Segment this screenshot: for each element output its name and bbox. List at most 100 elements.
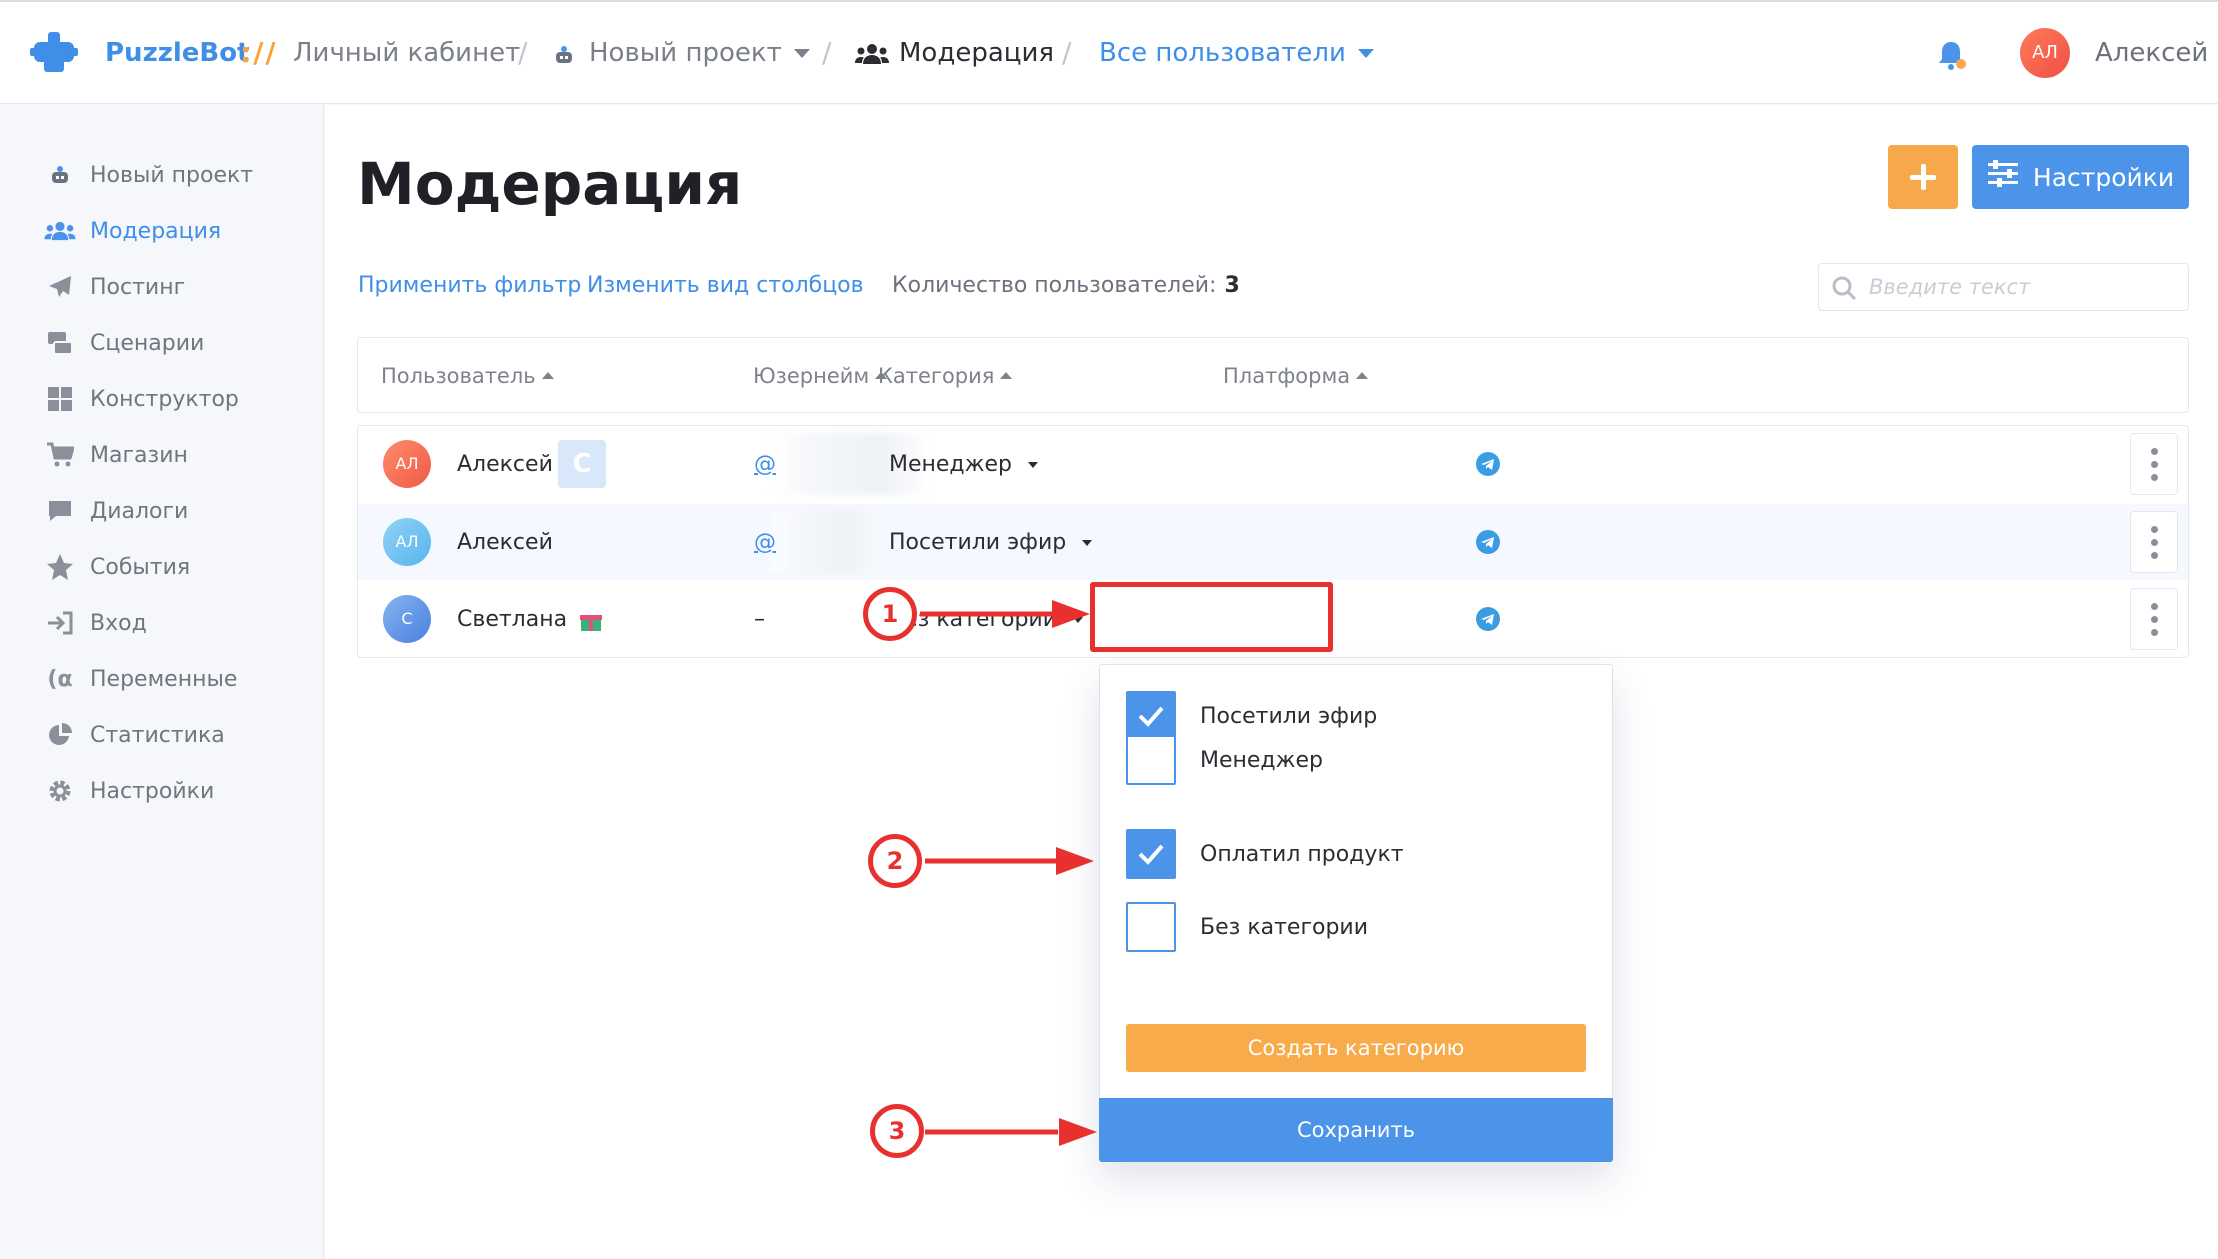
checkbox-unchecked[interactable]: [1126, 735, 1176, 785]
category-label: Менеджер: [889, 452, 1012, 477]
column-header-platform[interactable]: Платформа: [1223, 364, 1369, 388]
chevron-down-icon: [793, 49, 810, 58]
avatar[interactable]: АЛ: [383, 440, 431, 488]
table-header: Пользователь Юзернейм Категория Платформ…: [357, 337, 2189, 413]
apply-filter-link[interactable]: Применить фильтр: [358, 273, 581, 298]
brand-name[interactable]: PuzzleBot: [105, 38, 250, 68]
user-avatar[interactable]: АЛ: [2020, 28, 2070, 78]
gift-emoji-icon: [579, 610, 603, 631]
column-header-username[interactable]: Юзернейм: [753, 364, 888, 388]
category-option[interactable]: Оплатил продукт: [1126, 829, 1404, 879]
users-filter-dropdown[interactable]: Все пользователи: [1099, 38, 1374, 68]
avatar[interactable]: С: [383, 595, 431, 643]
sidebar-item-label: Магазин: [90, 442, 188, 468]
column-header-user[interactable]: Пользователь: [381, 364, 554, 388]
highlight-box: [1090, 582, 1333, 652]
users-count: Количество пользователей: 3: [892, 273, 1240, 298]
paper-plane-icon: [44, 271, 76, 303]
column-header-category[interactable]: Категория: [878, 364, 1013, 388]
sidebar-item-settings[interactable]: Настройки: [44, 771, 214, 811]
column-header-label: Категория: [878, 364, 995, 388]
username-link[interactable]: @: [754, 530, 776, 555]
telegram-icon: [1476, 530, 1500, 554]
save-button[interactable]: Сохранить: [1099, 1098, 1613, 1162]
category-option[interactable]: Без категории: [1126, 902, 1368, 952]
chat-icon: [44, 495, 76, 527]
category-label: Посетили эфир: [889, 530, 1067, 555]
user-name-label: Светлана: [457, 607, 568, 632]
checkbox-unchecked[interactable]: [1126, 902, 1176, 952]
row-menu-button[interactable]: [2130, 588, 2178, 650]
avatar[interactable]: АЛ: [383, 518, 431, 566]
column-header-label: Платформа: [1223, 364, 1351, 388]
sidebar-item-variables[interactable]: (α Переменные: [44, 659, 237, 699]
category-dropdown[interactable]: Без категории: [889, 607, 1084, 632]
sidebar-item-scenarios[interactable]: Сценарии: [44, 323, 204, 363]
category-dropdown[interactable]: Посетили эфир: [889, 530, 1093, 555]
breadcrumb-project[interactable]: Новый проект: [553, 38, 810, 68]
user-name[interactable]: Алексей: [457, 530, 553, 555]
category-option-label: Оплатил продукт: [1200, 841, 1404, 867]
username-redacted: [770, 511, 880, 573]
annotation-marker-1: 1: [863, 587, 917, 641]
robot-icon: [44, 159, 76, 191]
create-category-button[interactable]: Создать категорию: [1126, 1024, 1586, 1072]
category-option-label: Менеджер: [1200, 747, 1323, 773]
sidebar: Новый проект Модерация Постинг Сценарии …: [0, 105, 324, 1259]
row-menu-button[interactable]: [2130, 511, 2178, 573]
sidebar-item-label: Модерация: [90, 218, 222, 244]
users-count-value: 3: [1224, 273, 1240, 298]
search-input[interactable]: [1869, 272, 2169, 302]
breadcrumb-section[interactable]: Модерация: [855, 38, 1054, 68]
user-badge: C: [558, 440, 606, 488]
bell-icon[interactable]: [1934, 38, 1968, 72]
sort-up-icon: [1356, 371, 1369, 379]
sidebar-item-label: Статистика: [90, 722, 225, 748]
sort-up-icon: [1000, 371, 1013, 379]
sidebar-item-posting[interactable]: Постинг: [44, 267, 185, 307]
checkbox-checked[interactable]: [1126, 691, 1176, 741]
sidebar-item-label: Вход: [90, 610, 147, 636]
checkbox-checked[interactable]: [1126, 829, 1176, 879]
category-option[interactable]: Менеджер: [1126, 735, 1323, 785]
column-header-label: Юзернейм: [753, 364, 870, 388]
annotation-marker-3: 3: [870, 1104, 924, 1158]
brand-separator: ://: [240, 36, 278, 69]
caret-down-icon: [1082, 540, 1093, 546]
annotation-marker-2: 2: [868, 834, 922, 888]
sidebar-item-constructor[interactable]: Конструктор: [44, 379, 239, 419]
sidebar-item-events[interactable]: События: [44, 547, 190, 587]
user-name[interactable]: Алексей: [2095, 38, 2208, 68]
scenarios-icon: [44, 327, 76, 359]
username-link[interactable]: @: [754, 452, 776, 477]
add-button[interactable]: [1888, 145, 1958, 209]
category-popup: Посетили эфир Менеджер Оплатил продукт Б…: [1099, 664, 1613, 1162]
column-header-label: Пользователь: [381, 364, 536, 388]
row-menu-button[interactable]: [2130, 433, 2178, 495]
sidebar-item-statistics[interactable]: Статистика: [44, 715, 225, 755]
sidebar-item-shop[interactable]: Магазин: [44, 435, 188, 475]
robot-icon: [553, 43, 575, 65]
user-name[interactable]: Светлана: [457, 607, 603, 632]
category-dropdown[interactable]: Менеджер: [889, 452, 1038, 477]
puzzlebot-logo-icon[interactable]: [30, 28, 78, 76]
breadcrumb-divider: /: [822, 36, 832, 69]
users-count-label: Количество пользователей:: [892, 273, 1217, 298]
search-icon: [1831, 275, 1857, 305]
category-option[interactable]: Посетили эфир: [1126, 691, 1377, 741]
sidebar-item-login[interactable]: Вход: [44, 603, 147, 643]
sliders-icon: [1987, 160, 2019, 194]
settings-button[interactable]: Настройки: [1972, 145, 2189, 209]
sidebar-item-moderation[interactable]: Модерация: [44, 211, 221, 251]
change-columns-link[interactable]: Изменить вид столбцов: [587, 273, 864, 298]
sidebar-item-new-project[interactable]: Новый проект: [44, 155, 253, 195]
gear-icon: [44, 775, 76, 807]
chevron-down-icon: [1357, 49, 1374, 58]
category-option-label: Посетили эфир: [1200, 703, 1378, 729]
breadcrumb-cabinet[interactable]: Личный кабинет: [293, 38, 520, 68]
pie-chart-icon: [44, 719, 76, 751]
user-name[interactable]: Алексей: [457, 452, 553, 477]
breadcrumb-project-label: Новый проект: [589, 38, 782, 68]
sidebar-item-dialogs[interactable]: Диалоги: [44, 491, 188, 531]
sidebar-item-label: Конструктор: [90, 386, 239, 412]
